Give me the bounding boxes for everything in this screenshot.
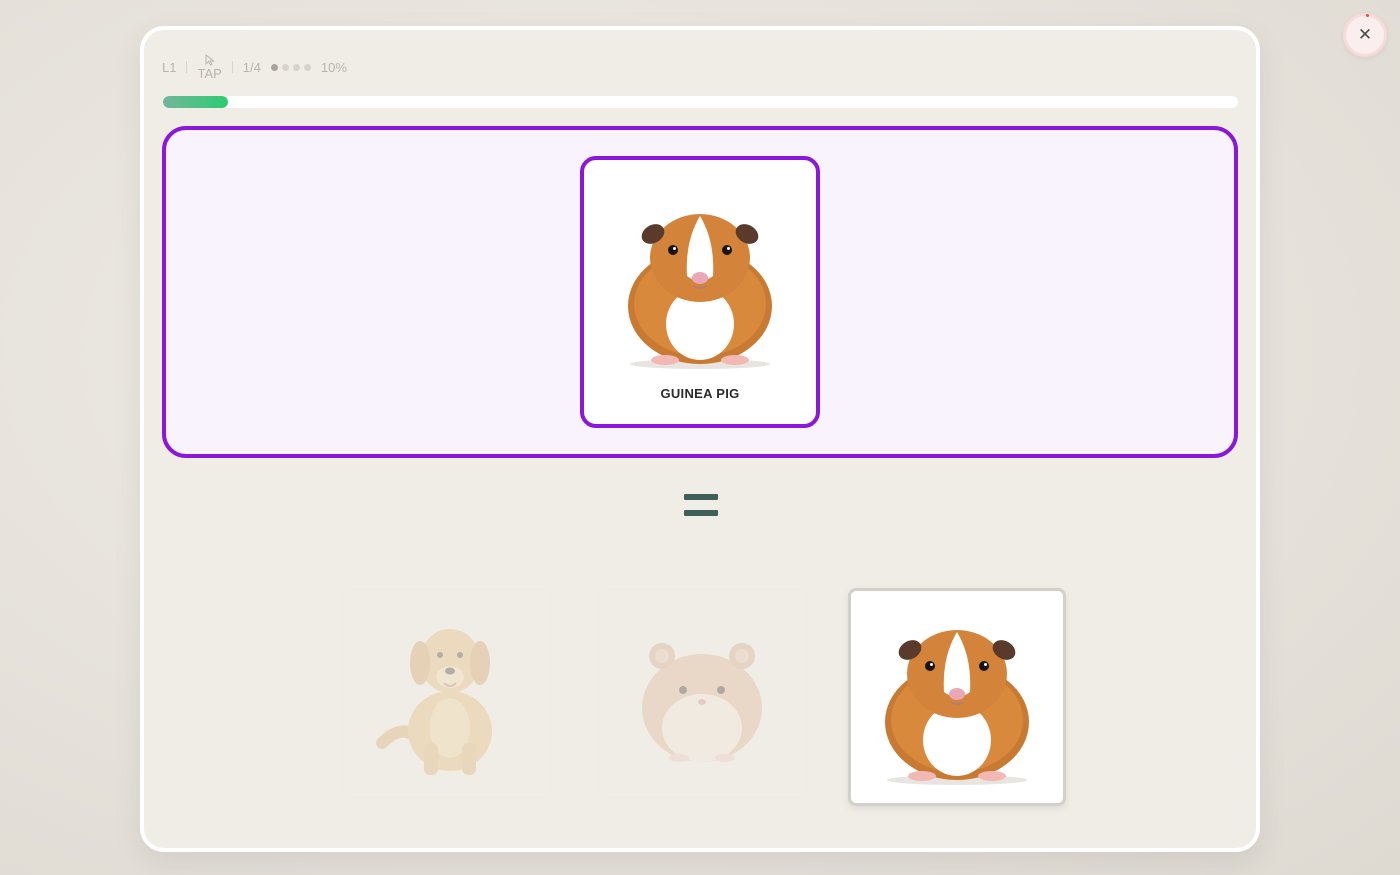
answer-option-dog[interactable] [342,588,552,798]
step-dots [270,63,311,71]
answer-option-guinea-pig[interactable] [848,588,1066,806]
step-dot [281,63,289,71]
mode-label: TAP [197,66,222,81]
lesson-meta: L1 TAP 1/4 10% [162,52,347,82]
guinea-pig-image [884,629,1030,786]
step-dot [270,63,278,71]
mode-indicator: TAP [197,54,222,81]
close-icon: ✕ [1357,24,1373,45]
progress-bar [163,96,1238,108]
dog-image [376,629,492,775]
equals-symbol [684,490,720,520]
question-area: GUINEA PIG [162,126,1238,458]
level-label: L1 [162,59,177,75]
cursor-icon [205,54,215,66]
question-label: GUINEA PIG [660,386,740,401]
divider [231,61,233,73]
close-button[interactable]: ✕ [1343,13,1387,57]
step-counter: 1/4 [242,59,261,75]
equals-bar [684,510,718,516]
percent-label: 10% [320,59,347,75]
progress-fill [163,96,228,108]
equals-bar [684,494,718,500]
lesson-panel: L1 TAP 1/4 10% GUINEA PIG [140,26,1260,852]
guinea-pig-image [627,213,773,370]
step-dot [303,63,311,71]
answer-option-hamster[interactable] [597,588,807,798]
divider [186,61,188,73]
notification-dot [1366,14,1369,17]
hamster-image [642,643,762,762]
question-card: GUINEA PIG [580,156,820,428]
step-dot [292,63,300,71]
